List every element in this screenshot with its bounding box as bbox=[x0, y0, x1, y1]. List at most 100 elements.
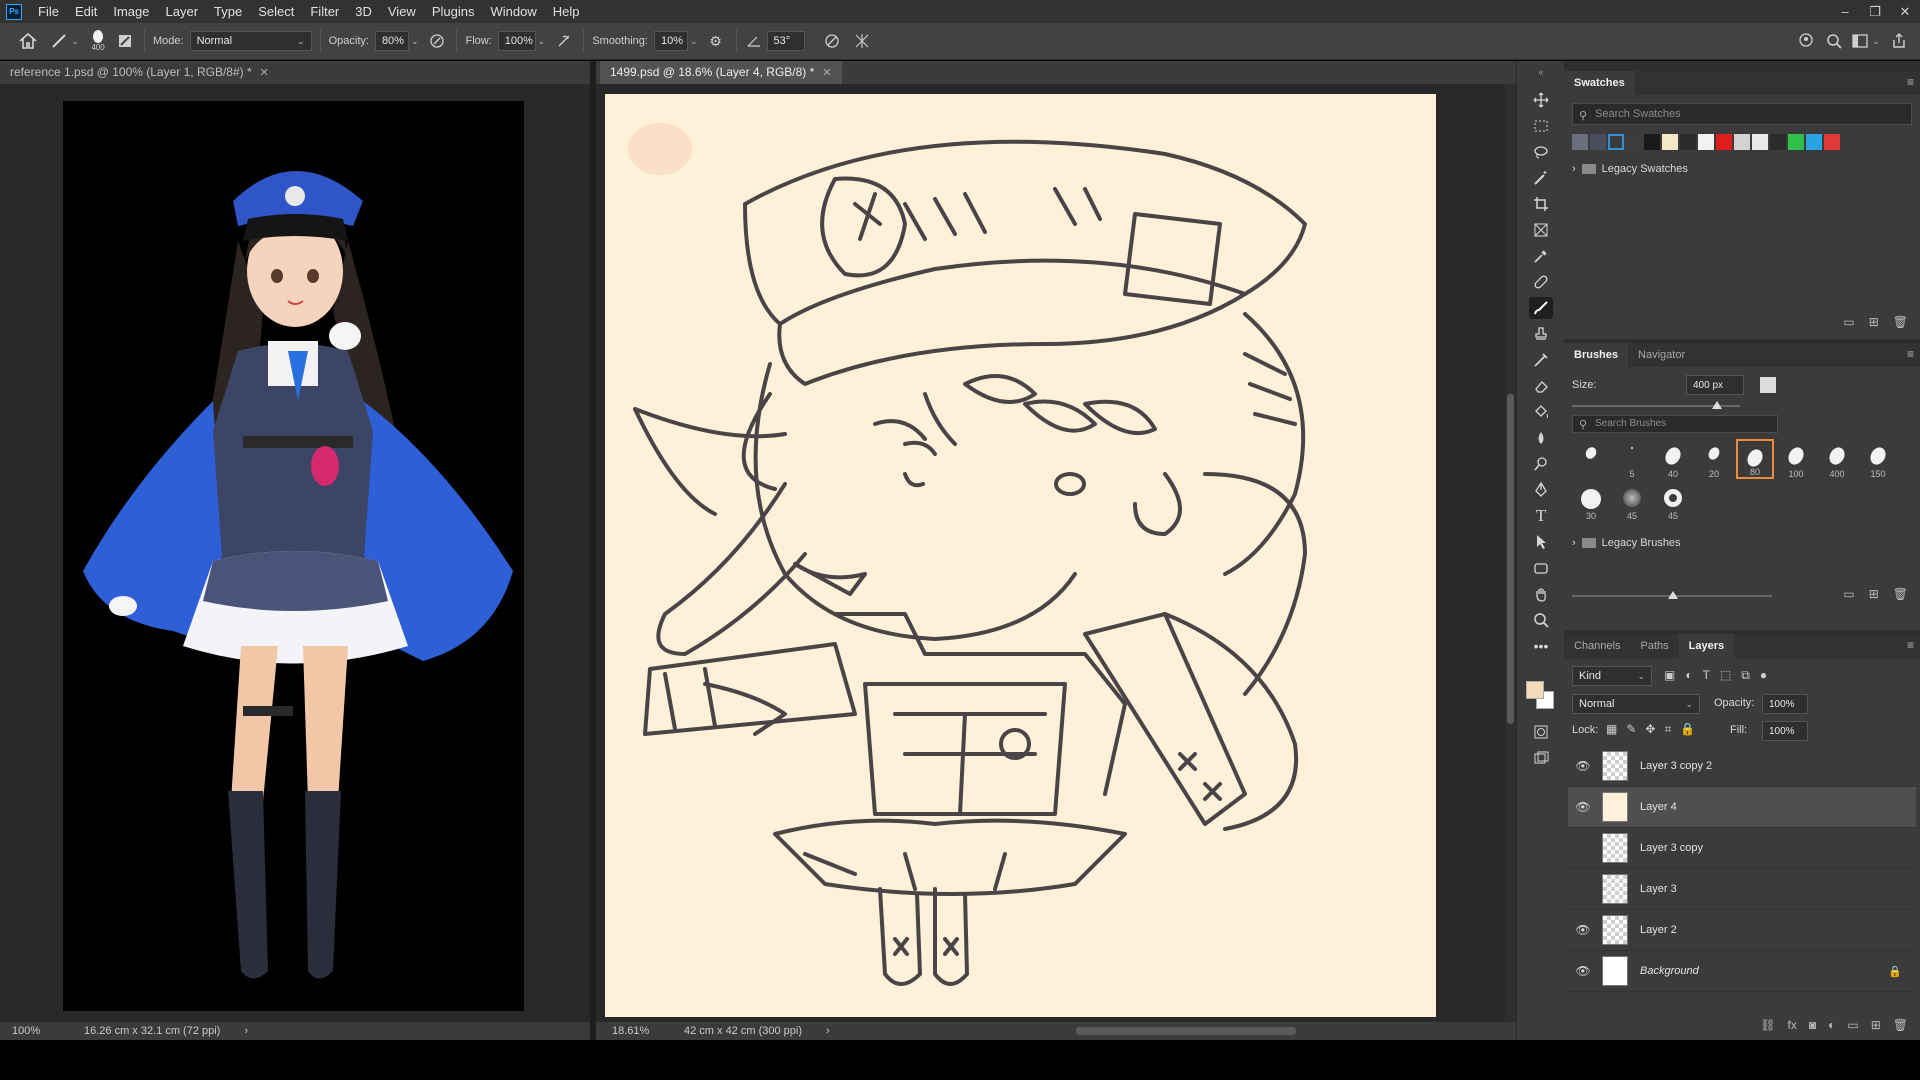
type-tool-icon[interactable]: T bbox=[1529, 505, 1553, 527]
menu-plugins[interactable]: Plugins bbox=[424, 0, 483, 23]
brush-preset[interactable]: 150 bbox=[1859, 439, 1897, 479]
shape-filter-icon[interactable]: ⬚ bbox=[1720, 668, 1731, 683]
brush-preset[interactable]: 5 bbox=[1613, 439, 1651, 479]
screen-mode-icon[interactable] bbox=[1529, 747, 1553, 769]
brushes-folder[interactable]: › Legacy Brushes bbox=[1572, 537, 1681, 549]
color-swatch[interactable] bbox=[1698, 134, 1714, 150]
lock-transparent-icon[interactable]: ▦ bbox=[1606, 722, 1617, 737]
quick-mask-icon[interactable] bbox=[1529, 721, 1553, 743]
new-brush-icon[interactable] bbox=[1760, 377, 1776, 393]
tab-navigator[interactable]: Navigator bbox=[1628, 343, 1695, 367]
mode-select[interactable]: Normal ⌄ bbox=[189, 31, 312, 51]
brush-size-picker[interactable]: 400 bbox=[82, 24, 114, 58]
tab-reference-document[interactable]: reference 1.psd @ 100% (Layer 1, RGB/8#)… bbox=[0, 61, 279, 84]
close-icon[interactable]: ✕ bbox=[1890, 0, 1920, 23]
pressure-opacity-icon[interactable] bbox=[426, 26, 448, 56]
menu-file[interactable]: File bbox=[30, 0, 67, 23]
crop-tool-icon[interactable] bbox=[1529, 193, 1553, 215]
tab-paths[interactable]: Paths bbox=[1630, 634, 1678, 658]
zoom-tool-icon[interactable] bbox=[1529, 609, 1553, 631]
dodge-tool-icon[interactable] bbox=[1529, 453, 1553, 475]
layer-row[interactable]: 👁 Background 🔒 bbox=[1568, 951, 1916, 992]
more-tools-icon[interactable]: ••• bbox=[1529, 635, 1553, 657]
swatches-folder[interactable]: › Legacy Swatches bbox=[1572, 163, 1688, 175]
close-tab-icon[interactable]: ✕ bbox=[822, 67, 831, 79]
lock-all-icon[interactable]: 🔒 bbox=[1680, 722, 1695, 737]
lock-position-icon[interactable]: ✥ bbox=[1645, 722, 1655, 737]
minimize-icon[interactable]: – bbox=[1830, 0, 1860, 23]
pen-tool-icon[interactable] bbox=[1529, 479, 1553, 501]
color-swatch[interactable] bbox=[1806, 134, 1822, 150]
brush-preset[interactable]: 80 bbox=[1736, 439, 1774, 479]
rectangle-tool-icon[interactable] bbox=[1529, 557, 1553, 579]
left-zoom-level[interactable]: 100% bbox=[12, 1025, 72, 1037]
filter-kind-select[interactable]: Kind ⌄ bbox=[1572, 666, 1652, 686]
menu-image[interactable]: Image bbox=[105, 0, 157, 23]
layer-row[interactable]: 👁 Layer 4 bbox=[1568, 787, 1916, 828]
fill-input[interactable]: 100% bbox=[1762, 721, 1808, 741]
color-swatch[interactable] bbox=[1608, 134, 1624, 150]
brush-preview-slider[interactable] bbox=[1572, 591, 1772, 599]
search-brushes-input[interactable]: ⚲ Search Brushes bbox=[1572, 415, 1778, 433]
layer-row[interactable]: 👁 Layer 2 bbox=[1568, 910, 1916, 951]
foreground-color-swatch[interactable] bbox=[1526, 681, 1544, 699]
brush-preset[interactable]: 45 bbox=[1654, 481, 1692, 521]
trash-icon[interactable]: 🗑 bbox=[1893, 315, 1908, 329]
hand-tool-icon[interactable] bbox=[1529, 583, 1553, 605]
pressure-size-icon[interactable] bbox=[817, 26, 847, 56]
search-swatches-input[interactable]: ⚲ Search Swatches bbox=[1572, 103, 1912, 125]
layer-opacity-input[interactable]: 100% bbox=[1762, 694, 1808, 714]
color-swatch[interactable] bbox=[1680, 134, 1696, 150]
visibility-eye-icon[interactable]: 👁 bbox=[1568, 964, 1598, 978]
history-brush-tool-icon[interactable] bbox=[1529, 349, 1553, 371]
tab-channels[interactable]: Channels bbox=[1564, 634, 1630, 658]
tab-brushes[interactable]: Brushes bbox=[1564, 343, 1629, 367]
restore-icon[interactable]: ❐ bbox=[1860, 0, 1890, 23]
pixel-filter-icon[interactable]: ▣ bbox=[1664, 668, 1675, 683]
chevron-down-icon[interactable]: ⌄ bbox=[690, 36, 698, 47]
new-swatch-icon[interactable]: ⊞ bbox=[1869, 315, 1879, 329]
eraser-tool-icon[interactable] bbox=[1529, 375, 1553, 397]
menu-select[interactable]: Select bbox=[250, 0, 302, 23]
slider-handle[interactable] bbox=[1712, 401, 1722, 409]
lasso-tool-icon[interactable] bbox=[1529, 141, 1553, 163]
panel-menu-icon[interactable]: ≡ bbox=[1907, 75, 1914, 89]
angle-input[interactable]: 53° bbox=[766, 31, 805, 51]
color-swatch[interactable] bbox=[1788, 134, 1804, 150]
magic-wand-tool-icon[interactable] bbox=[1529, 167, 1553, 189]
close-tab-icon[interactable]: ✕ bbox=[260, 67, 269, 79]
frame-tool-icon[interactable] bbox=[1529, 219, 1553, 241]
color-swatch[interactable] bbox=[1572, 134, 1588, 150]
color-swatch[interactable] bbox=[1644, 134, 1660, 150]
new-group-icon[interactable]: ▭ bbox=[1843, 315, 1854, 329]
color-swatch[interactable] bbox=[1770, 134, 1786, 150]
panel-menu-icon[interactable]: ≡ bbox=[1907, 638, 1914, 652]
tab-active-document[interactable]: 1499.psd @ 18.6% (Layer 4, RGB/8) * ✕ bbox=[600, 61, 842, 84]
brush-size-slider[interactable] bbox=[1572, 401, 1740, 409]
menu-layer[interactable]: Layer bbox=[158, 0, 207, 23]
new-group-icon[interactable]: ▭ bbox=[1843, 587, 1854, 601]
share-icon[interactable] bbox=[1884, 26, 1914, 56]
healing-brush-tool-icon[interactable] bbox=[1529, 271, 1553, 293]
brush-tool-icon[interactable] bbox=[1529, 297, 1553, 319]
brush-preset[interactable]: 45 bbox=[1613, 481, 1651, 521]
panel-menu-icon[interactable]: ≡ bbox=[1907, 347, 1914, 361]
eyedropper-tool-icon[interactable] bbox=[1529, 245, 1553, 267]
chevron-right-icon[interactable]: › bbox=[1572, 163, 1576, 175]
chevron-right-icon[interactable]: › bbox=[1572, 537, 1576, 549]
chevron-down-icon[interactable]: ⌄ bbox=[538, 36, 546, 47]
gear-icon[interactable]: ⚙ bbox=[704, 26, 728, 56]
brush-preset[interactable]: 100 bbox=[1777, 439, 1815, 479]
brush-preset[interactable] bbox=[1572, 439, 1610, 479]
layer-row[interactable]: Layer 3 copy bbox=[1568, 828, 1916, 869]
menu-help[interactable]: Help bbox=[545, 0, 588, 23]
color-swatch[interactable] bbox=[1716, 134, 1732, 150]
menu-3d[interactable]: 3D bbox=[347, 0, 380, 23]
color-swatch[interactable] bbox=[1752, 134, 1768, 150]
blur-tool-icon[interactable] bbox=[1529, 427, 1553, 449]
layer-style-icon[interactable]: fx bbox=[1788, 1018, 1797, 1032]
brush-tool-preset-icon[interactable]: ⌄ bbox=[48, 26, 82, 56]
search-icon[interactable] bbox=[1820, 26, 1848, 56]
color-swatch[interactable] bbox=[1824, 134, 1840, 150]
right-zoom-level[interactable]: 18.61% bbox=[612, 1025, 672, 1037]
